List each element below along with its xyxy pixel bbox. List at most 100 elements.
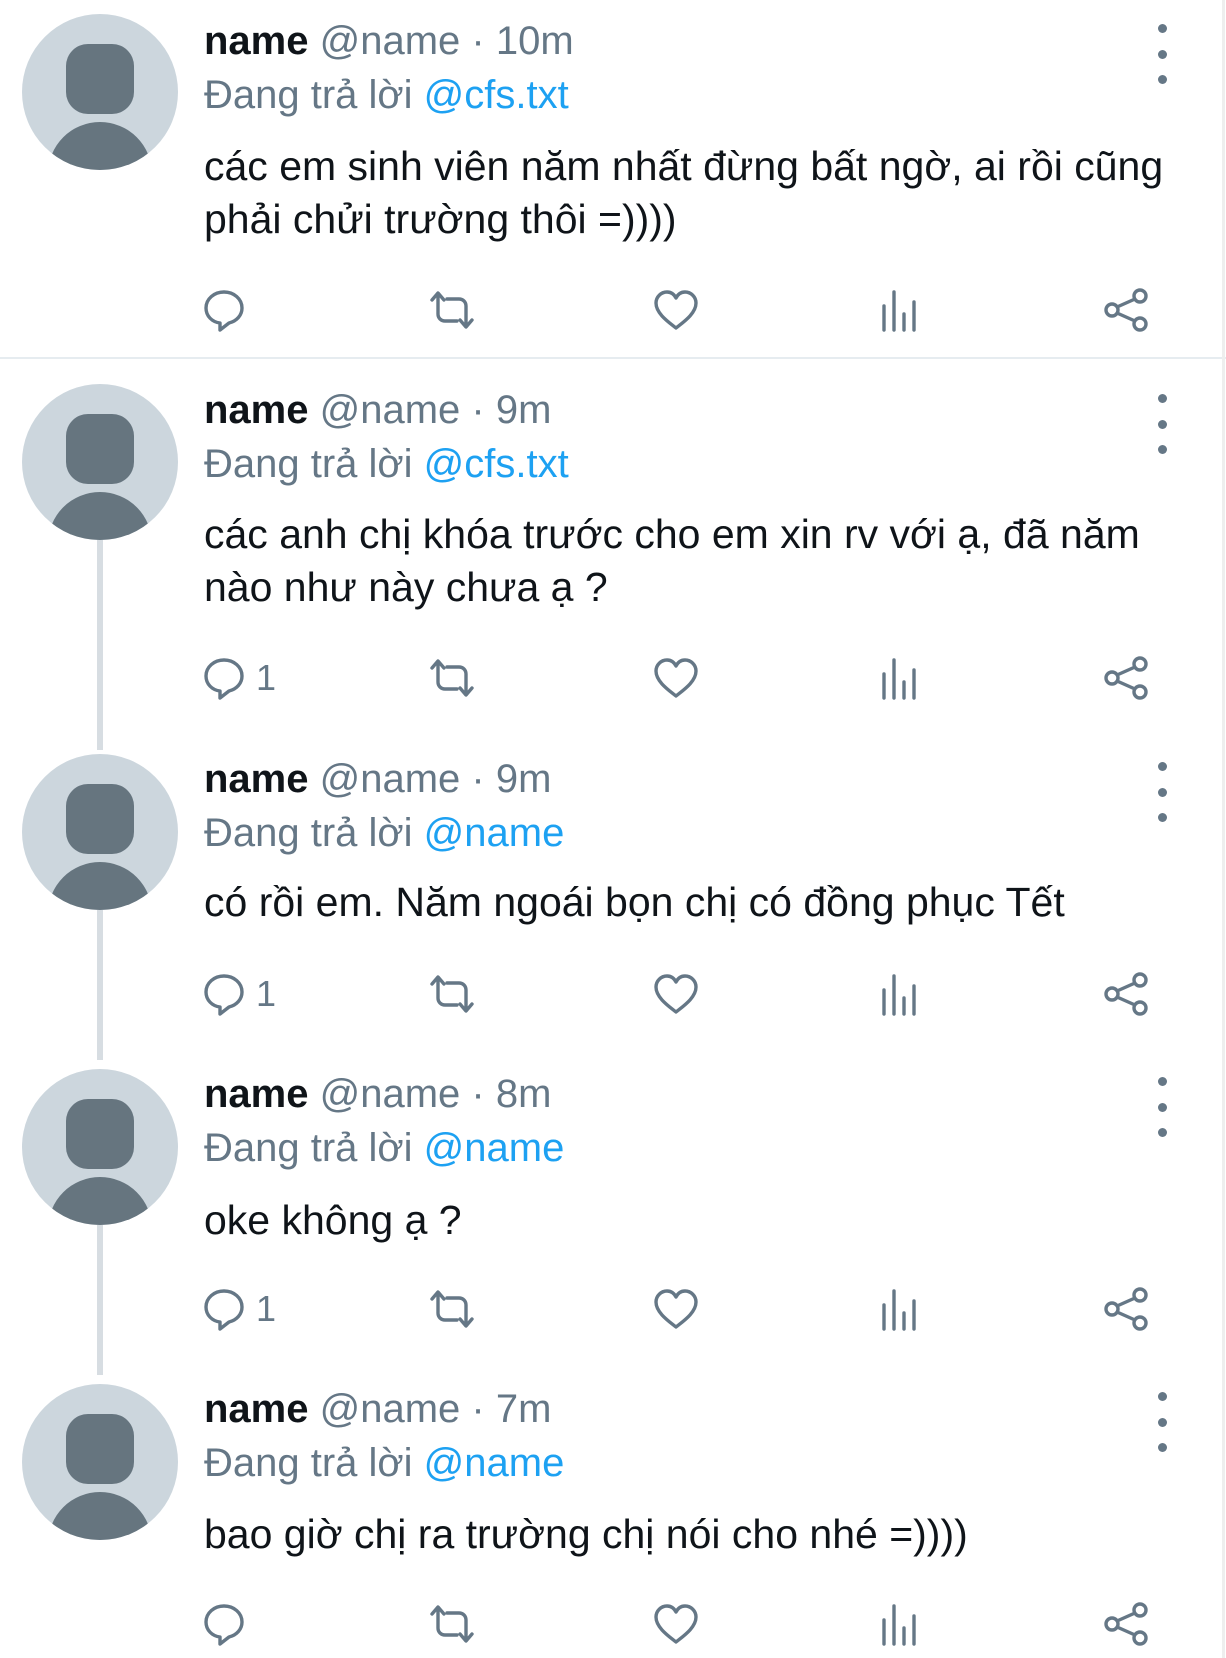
share-button[interactable] — [1102, 282, 1152, 338]
avatar-body-shape — [48, 492, 152, 540]
display-name[interactable]: name — [204, 19, 309, 63]
retweet-button[interactable] — [424, 1281, 480, 1337]
more-options-button[interactable] — [1150, 1077, 1174, 1137]
analytics-icon — [882, 1604, 916, 1646]
avatar-head-shape — [66, 1414, 134, 1484]
analytics-icon — [882, 974, 916, 1016]
display-name[interactable]: name — [204, 757, 309, 801]
display-name[interactable]: name — [204, 388, 309, 432]
retweet-button[interactable] — [424, 282, 480, 338]
avatar-body-shape — [48, 1492, 152, 1540]
timestamp[interactable]: 7m — [496, 1387, 552, 1431]
reply-prefix: Đang trả lời — [204, 73, 413, 117]
timestamp[interactable]: 8m — [496, 1072, 552, 1116]
display-name[interactable]: name — [204, 1072, 309, 1116]
avatar-body-shape — [48, 1177, 152, 1225]
tweet[interactable]: name @name · 9m Đang trả lời @name có rồ… — [0, 740, 1226, 1050]
header-separator: · — [471, 757, 485, 801]
analytics-button[interactable] — [878, 282, 922, 338]
timestamp[interactable]: 9m — [496, 388, 552, 432]
user-handle[interactable]: @name — [320, 1387, 461, 1431]
avatar-head-shape — [66, 44, 134, 114]
reply-count: 1 — [256, 657, 277, 698]
timestamp[interactable]: 10m — [496, 19, 574, 63]
tweet[interactable]: name @name · 8m Đang trả lời @name oke k… — [0, 1055, 1226, 1365]
display-name[interactable]: name — [204, 1387, 309, 1431]
more-dot — [1157, 49, 1167, 59]
avatar[interactable] — [22, 384, 178, 540]
analytics-icon — [882, 1289, 916, 1331]
tweet[interactable]: name @name · 9m Đang trả lời @cfs.txt cá… — [0, 370, 1226, 730]
analytics-button[interactable] — [878, 966, 922, 1022]
more-options-button[interactable] — [1150, 394, 1174, 454]
user-handle[interactable]: @name — [320, 1072, 461, 1116]
tweet-actions: 1 — [0, 650, 1226, 706]
share-icon — [1104, 1602, 1148, 1646]
more-dot — [1157, 1128, 1167, 1137]
reply-count: 1 — [256, 973, 277, 1014]
avatar-body-shape — [48, 122, 152, 170]
like-button[interactable] — [652, 650, 700, 706]
reply-mention-link[interactable]: @name — [424, 811, 565, 855]
share-icon — [1104, 972, 1148, 1016]
more-options-button[interactable] — [1150, 24, 1174, 84]
avatar[interactable] — [22, 1069, 178, 1225]
reply-prefix: Đang trả lời — [204, 1126, 413, 1170]
user-handle[interactable]: @name — [320, 19, 461, 63]
analytics-button[interactable] — [878, 1596, 922, 1652]
tweet-actions: 1 — [0, 1281, 1226, 1337]
reply-button[interactable] — [200, 1596, 256, 1652]
reply-mention-link[interactable]: @cfs.txt — [424, 73, 569, 117]
reply-mention-link[interactable]: @name — [424, 1441, 565, 1485]
share-icon — [1104, 288, 1148, 332]
retweet-icon — [430, 1290, 474, 1328]
reply-button[interactable]: 1 — [200, 966, 276, 1022]
tweet-text: bao giờ chị ra trường chị nói cho nhé =)… — [204, 1511, 968, 1557]
retweet-button[interactable] — [424, 966, 480, 1022]
share-button[interactable] — [1102, 1596, 1152, 1652]
analytics-icon — [882, 658, 916, 700]
tweet-text: các em sinh viên năm nhất đừng bất ngờ, … — [204, 143, 1164, 242]
more-vertical-icon — [1157, 762, 1167, 771]
tweet-header: name @name · 10m — [204, 17, 574, 65]
like-button[interactable] — [652, 282, 700, 338]
share-button[interactable] — [1102, 650, 1152, 706]
user-handle[interactable]: @name — [320, 757, 461, 801]
user-handle[interactable]: @name — [320, 388, 461, 432]
retweet-button[interactable] — [424, 650, 480, 706]
avatar[interactable] — [22, 14, 178, 170]
tweet-text: có rồi em. Năm ngoái bọn chị có đồng phụ… — [204, 879, 1065, 925]
more-dot — [1157, 75, 1167, 84]
timestamp[interactable]: 9m — [496, 757, 552, 801]
tweet-actions — [0, 1596, 1226, 1652]
retweet-icon — [430, 975, 474, 1013]
share-button[interactable] — [1102, 966, 1152, 1022]
tweet-actions — [0, 282, 1226, 338]
reply-button[interactable] — [200, 282, 256, 338]
header-separator: · — [471, 1072, 485, 1116]
tweet[interactable]: name @name · 10m Đang trả lời @cfs.txt c… — [0, 0, 1226, 356]
reply-button[interactable]: 1 — [200, 650, 276, 706]
share-icon — [1104, 656, 1148, 700]
share-button[interactable] — [1102, 1281, 1152, 1337]
like-button[interactable] — [652, 1596, 700, 1652]
retweet-button[interactable] — [424, 1596, 480, 1652]
more-options-button[interactable] — [1150, 762, 1174, 822]
tweet[interactable]: name @name · 7m Đang trả lời @name bao g… — [0, 1370, 1226, 1658]
analytics-button[interactable] — [878, 1281, 922, 1337]
tweet-text: oke không ạ ? — [204, 1197, 462, 1243]
reply-button[interactable]: 1 — [200, 1281, 276, 1337]
avatar[interactable] — [22, 754, 178, 910]
reply-icon — [204, 658, 244, 700]
replying-to: Đang trả lời @name — [204, 809, 564, 857]
like-button[interactable] — [652, 1281, 700, 1337]
avatar[interactable] — [22, 1384, 178, 1540]
like-button[interactable] — [652, 966, 700, 1022]
more-options-button[interactable] — [1150, 1392, 1174, 1452]
analytics-button[interactable] — [878, 650, 922, 706]
avatar-body-shape — [48, 862, 152, 910]
tweet-actions: 1 — [0, 966, 1226, 1022]
avatar-head-shape — [66, 414, 134, 484]
reply-mention-link[interactable]: @name — [424, 1126, 565, 1170]
reply-mention-link[interactable]: @cfs.txt — [424, 442, 569, 486]
